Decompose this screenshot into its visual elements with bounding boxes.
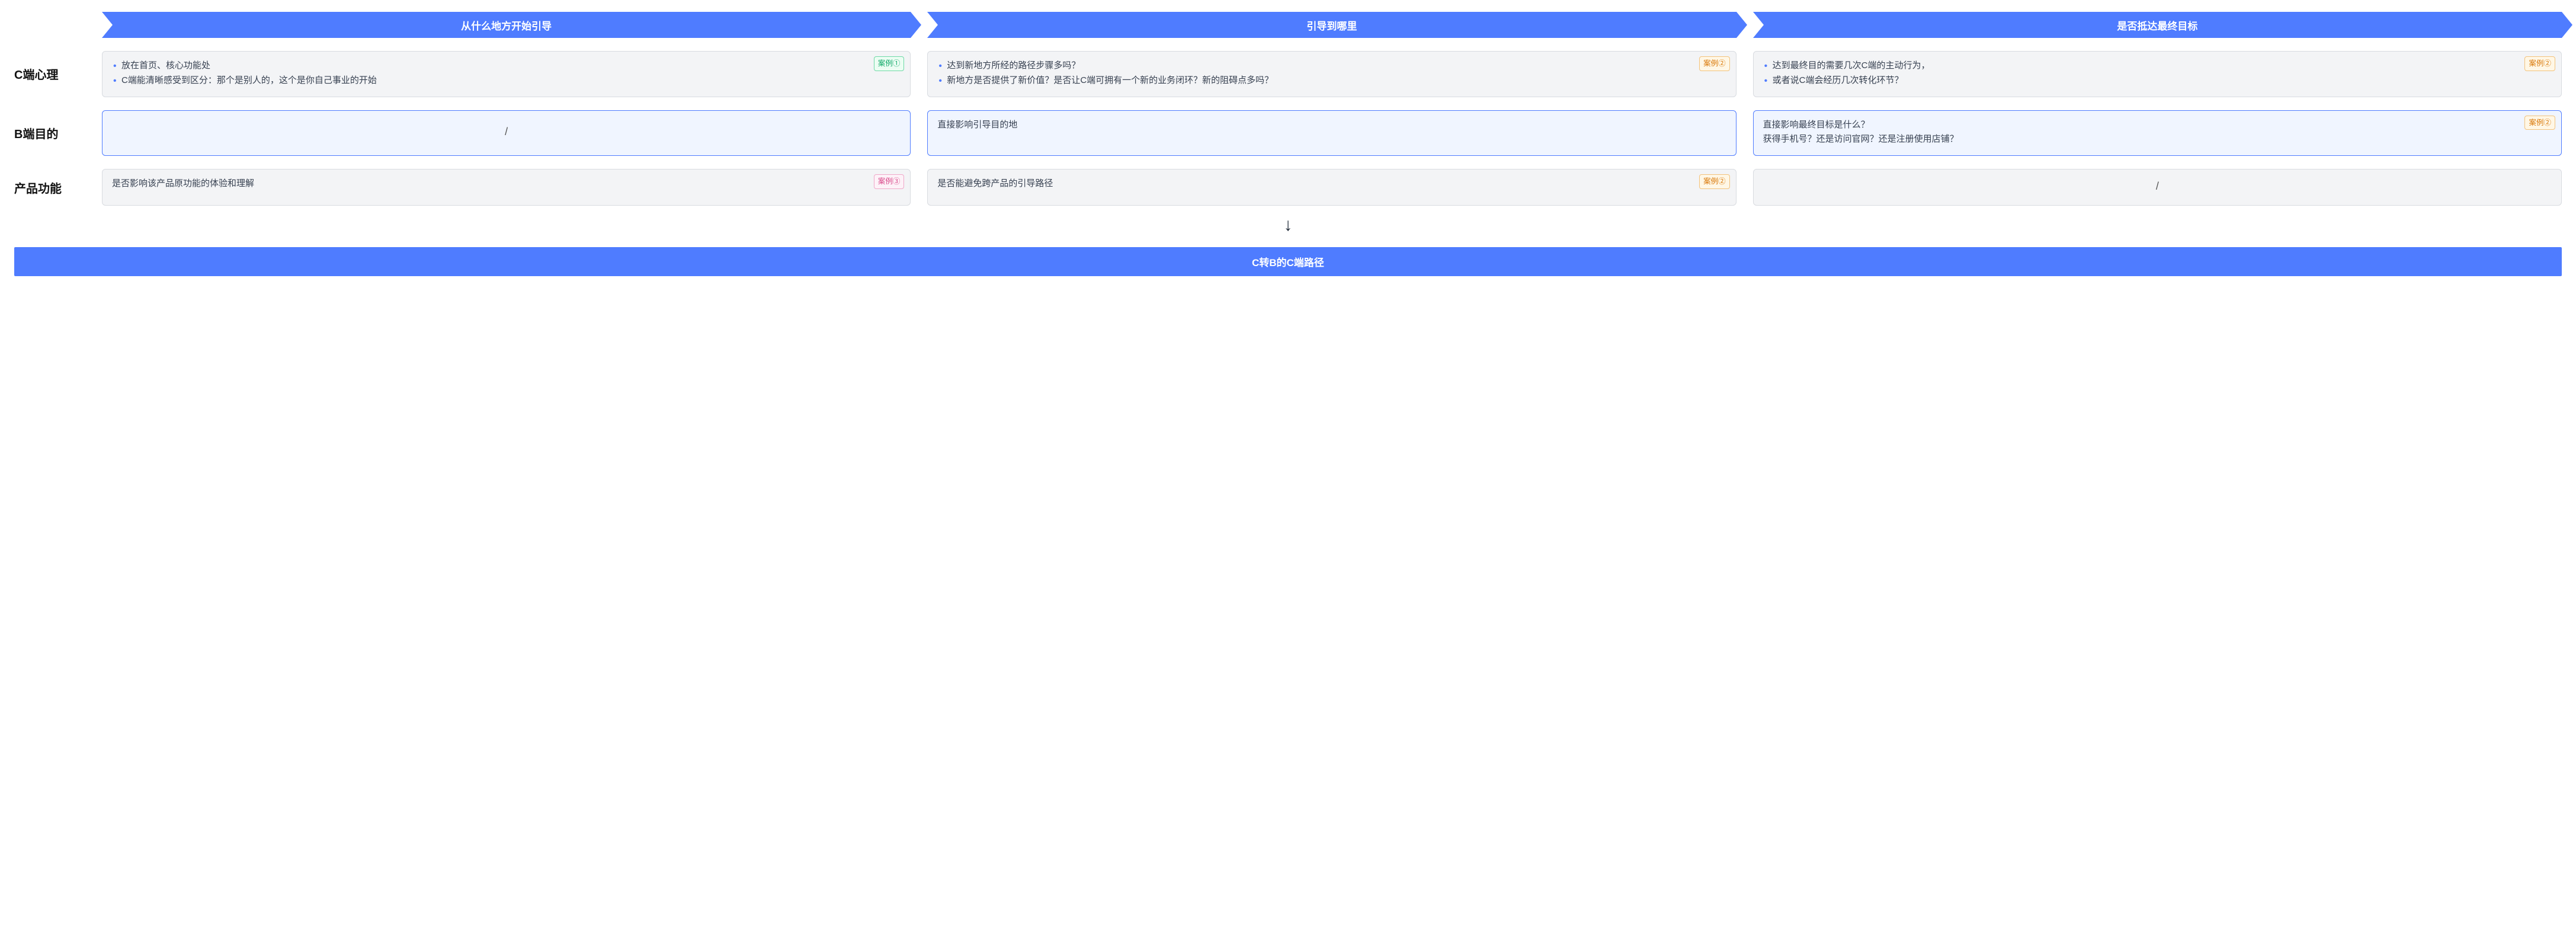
cell-r1c3-list: 达到最终目的需要几次C端的主动行为， 或者说C端会经历几次转化环节？ <box>1763 59 2552 88</box>
cell-r2c1: / <box>102 110 911 156</box>
cell-r2c2-text: 直接影响引导目的地 <box>937 120 1017 130</box>
list-item: 新地方是否提供了新价值？是否让C端可拥有一个新的业务闭环？新的阻碍点多吗？ <box>937 73 1726 88</box>
cell-r2c3: 案例② 直接影响最终目标是什么？ 获得手机号？还是访问官网？还是注册使用店铺？ <box>1753 110 2562 156</box>
cell-r3c3: / <box>1753 169 2562 206</box>
list-item: 达到最终目的需要几次C端的主动行为， <box>1763 59 2552 73</box>
cell-r2c1-text: / <box>505 123 508 141</box>
row-label-b-purpose: B端目的 <box>14 110 85 156</box>
list-item: C端能清晰感受到区分：那个是别人的，这个是你自己事业的开始 <box>112 73 901 88</box>
header-arrow-2: 引导到哪里 <box>927 12 1736 38</box>
arrow-down-icon: ↓ <box>1284 216 1293 234</box>
header-arrow-1: 从什么地方开始引导 <box>102 12 911 38</box>
header-arrow-2-label: 引导到哪里 <box>1306 18 1357 33</box>
row-label-c-psychology: C端心理 <box>14 51 85 97</box>
tag-case3: 案例③ <box>874 174 905 189</box>
header-arrow-1-label: 从什么地方开始引导 <box>461 18 552 33</box>
cell-r1c2-list: 达到新地方所经的路径步骤多吗？ 新地方是否提供了新价值？是否让C端可拥有一个新的… <box>937 59 1726 88</box>
cell-r3c2: 案例② 是否能避免跨产品的引导路径 <box>927 169 1736 206</box>
header-arrow-3-label: 是否抵达最终目标 <box>2117 18 2197 33</box>
diagram-grid: 从什么地方开始引导 引导到哪里 是否抵达最终目标 C端心理 案例① 放在首页、核… <box>14 12 2562 276</box>
tag-case2: 案例② <box>2524 116 2555 130</box>
cell-r2c3-line1: 直接影响最终目标是什么？ <box>1763 118 2510 133</box>
cell-r1c3: 案例② 达到最终目的需要几次C端的主动行为， 或者说C端会经历几次转化环节？ <box>1753 51 2562 97</box>
cell-r2c3-line2: 获得手机号？还是访问官网？还是注册使用店铺？ <box>1763 132 2510 147</box>
footer-bar: C转B的C端路径 <box>14 247 2562 276</box>
cell-r1c1-list: 放在首页、核心功能处 C端能清晰感受到区分：那个是别人的，这个是你自己事业的开始 <box>112 59 901 88</box>
cell-r1c2: 案例② 达到新地方所经的路径步骤多吗？ 新地方是否提供了新价值？是否让C端可拥有… <box>927 51 1736 97</box>
row-label-product-function: 产品功能 <box>14 169 85 206</box>
cell-r3c2-text: 是否能避免跨产品的引导路径 <box>937 177 1726 191</box>
header-spacer <box>14 12 85 38</box>
list-item: 或者说C端会经历几次转化环节？ <box>1763 73 2552 88</box>
footer-label: C转B的C端路径 <box>1252 257 1324 268</box>
cell-r2c3-body: 直接影响最终目标是什么？ 获得手机号？还是访问官网？还是注册使用店铺？ <box>1763 118 2552 148</box>
cell-r1c1: 案例① 放在首页、核心功能处 C端能清晰感受到区分：那个是别人的，这个是你自己事… <box>102 51 911 97</box>
list-item: 放在首页、核心功能处 <box>112 59 901 73</box>
header-arrow-3: 是否抵达最终目标 <box>1753 12 2562 38</box>
cell-r3c1: 案例③ 是否影响该产品原功能的体验和理解 <box>102 169 911 206</box>
tag-case2: 案例② <box>1699 174 1730 189</box>
cell-r3c3-text: / <box>2156 178 2159 196</box>
cell-r2c2: 直接影响引导目的地 <box>927 110 1736 156</box>
list-item: 达到新地方所经的路径步骤多吗？ <box>937 59 1726 73</box>
cell-r3c1-text: 是否影响该产品原功能的体验和理解 <box>112 177 901 191</box>
down-arrow-row: ↓ <box>14 216 2562 234</box>
